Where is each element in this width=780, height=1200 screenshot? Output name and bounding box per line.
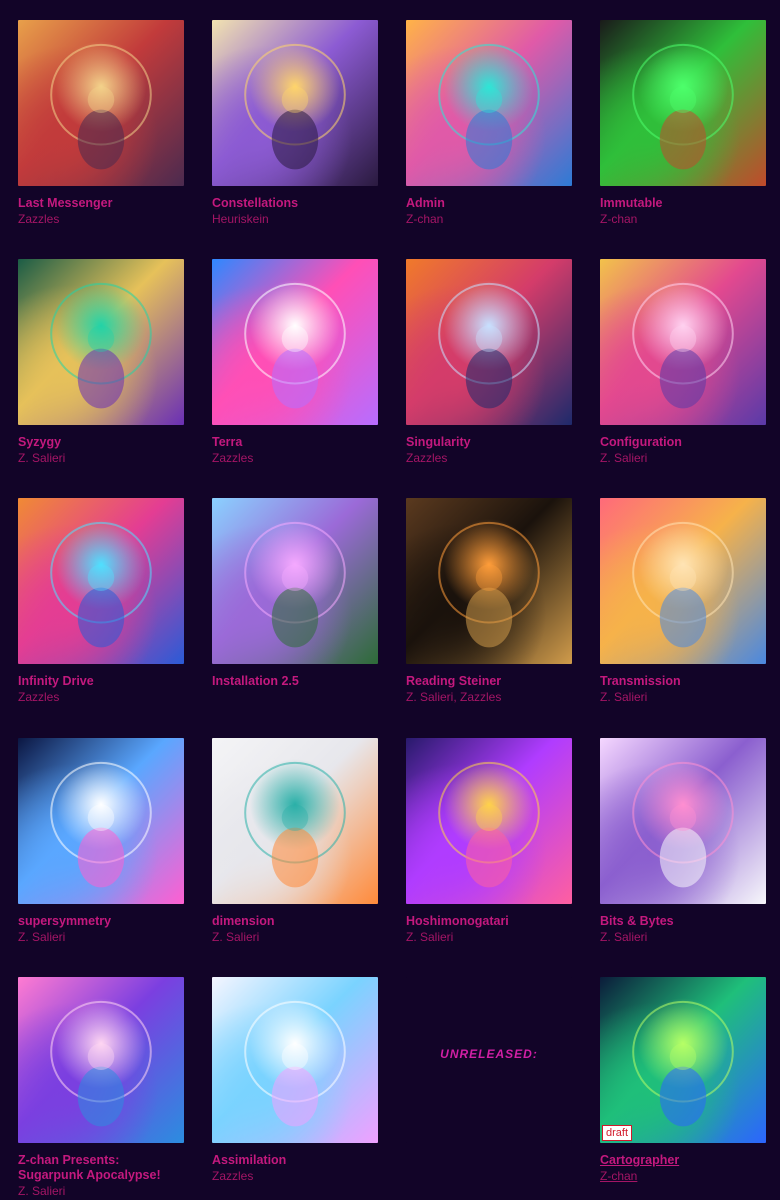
album-art[interactable]: draft — [600, 977, 766, 1143]
unreleased-card: UNRELEASED: — [406, 977, 572, 1143]
album-title[interactable]: Cartographer — [600, 1153, 766, 1168]
album-art[interactable] — [18, 498, 184, 664]
album-artist[interactable]: Z. Salieri — [18, 450, 184, 466]
art-overlay — [50, 1000, 152, 1127]
album-card[interactable]: Immutable Z-chan — [600, 20, 766, 227]
album-artist[interactable]: Z-chan — [600, 211, 766, 227]
album-card[interactable]: Hoshimonogatari Z. Salieri — [406, 738, 572, 945]
album-artist[interactable]: Z. Salieri, Zazzles — [406, 689, 572, 705]
album-art[interactable] — [212, 977, 378, 1143]
album-title[interactable]: Hoshimonogatari — [406, 914, 572, 929]
art-overlay — [244, 521, 346, 648]
art-overlay — [50, 43, 152, 170]
album-card[interactable]: supersymmetry Z. Salieri — [18, 738, 184, 945]
album-card[interactable]: Installation 2.5 — [212, 498, 378, 689]
album-artist[interactable]: Zazzles — [406, 450, 572, 466]
album-artist[interactable]: Zazzles — [212, 1168, 378, 1184]
album-card[interactable]: draft Cartographer Z-chan — [600, 977, 766, 1184]
album-artist[interactable]: Z. Salieri — [600, 450, 766, 466]
album-art[interactable] — [406, 738, 572, 904]
unreleased-placeholder: UNRELEASED: — [406, 977, 572, 1143]
album-card[interactable]: Configuration Z. Salieri — [600, 259, 766, 466]
album-art[interactable] — [406, 20, 572, 186]
album-art[interactable] — [212, 259, 378, 425]
album-artist[interactable]: Heuriskein — [212, 211, 378, 227]
album-card[interactable]: Admin Z-chan — [406, 20, 572, 227]
album-title[interactable]: Bits & Bytes — [600, 914, 766, 929]
art-overlay — [50, 282, 152, 409]
art-overlay — [632, 282, 734, 409]
album-title[interactable]: Assimilation — [212, 1153, 378, 1168]
album-title[interactable]: Z-chan Presents: Sugarpunk Apocalypse! — [18, 1153, 184, 1183]
art-overlay — [632, 521, 734, 648]
album-title[interactable]: Reading Steiner — [406, 674, 572, 689]
album-title[interactable]: Immutable — [600, 196, 766, 211]
album-artist[interactable]: Z-chan — [600, 1168, 766, 1184]
album-title[interactable]: Singularity — [406, 435, 572, 450]
album-title[interactable]: Admin — [406, 196, 572, 211]
album-art[interactable] — [406, 498, 572, 664]
album-card[interactable]: Last Messenger Zazzles — [18, 20, 184, 227]
album-artist[interactable]: Zazzles — [18, 211, 184, 227]
album-card[interactable]: Constellations Heuriskein — [212, 20, 378, 227]
album-artist[interactable]: Z. Salieri — [406, 929, 572, 945]
album-card[interactable]: Transmission Z. Salieri — [600, 498, 766, 705]
album-art[interactable] — [600, 738, 766, 904]
album-artist[interactable]: Z. Salieri — [600, 929, 766, 945]
album-card[interactable]: dimension Z. Salieri — [212, 738, 378, 945]
album-art[interactable] — [600, 259, 766, 425]
album-title[interactable]: supersymmetry — [18, 914, 184, 929]
album-art[interactable] — [18, 20, 184, 186]
album-card[interactable]: Z-chan Presents: Sugarpunk Apocalypse! Z.… — [18, 977, 184, 1199]
album-card[interactable]: Infinity Drive Zazzles — [18, 498, 184, 705]
album-artist[interactable]: Z. Salieri — [600, 689, 766, 705]
album-card[interactable]: Singularity Zazzles — [406, 259, 572, 466]
album-title[interactable]: Installation 2.5 — [212, 674, 378, 689]
album-title[interactable]: Last Messenger — [18, 196, 184, 211]
art-overlay — [438, 521, 540, 648]
album-title[interactable]: dimension — [212, 914, 378, 929]
album-title[interactable]: Configuration — [600, 435, 766, 450]
album-title[interactable]: Transmission — [600, 674, 766, 689]
art-overlay — [438, 282, 540, 409]
album-card[interactable]: Terra Zazzles — [212, 259, 378, 466]
album-card[interactable]: Assimilation Zazzles — [212, 977, 378, 1184]
album-art[interactable] — [18, 738, 184, 904]
art-overlay — [438, 761, 540, 888]
album-art[interactable] — [406, 259, 572, 425]
art-overlay — [632, 761, 734, 888]
art-overlay — [244, 43, 346, 170]
album-title[interactable]: Terra — [212, 435, 378, 450]
unreleased-label: UNRELEASED: — [440, 1047, 538, 1061]
album-art[interactable] — [212, 738, 378, 904]
draft-badge: draft — [602, 1125, 633, 1141]
art-overlay — [50, 761, 152, 888]
album-grid: Last Messenger Zazzles Constellations Heuri… — [0, 0, 780, 1200]
art-overlay — [438, 43, 540, 170]
album-art[interactable] — [212, 20, 378, 186]
art-overlay — [632, 1000, 734, 1127]
album-artist[interactable]: Z. Salieri — [18, 1183, 184, 1199]
album-card[interactable]: Reading Steiner Z. Salieri, Zazzles — [406, 498, 572, 705]
album-title[interactable]: Infinity Drive — [18, 674, 184, 689]
art-overlay — [632, 43, 734, 170]
art-overlay — [50, 521, 152, 648]
album-title[interactable]: Constellations — [212, 196, 378, 211]
album-artist[interactable]: Z. Salieri — [212, 929, 378, 945]
art-overlay — [244, 1000, 346, 1127]
album-art[interactable] — [212, 498, 378, 664]
album-card[interactable]: Syzygy Z. Salieri — [18, 259, 184, 466]
album-artist[interactable]: Zazzles — [212, 450, 378, 466]
album-artist[interactable]: Z. Salieri — [18, 929, 184, 945]
album-card[interactable]: Bits & Bytes Z. Salieri — [600, 738, 766, 945]
album-art[interactable] — [18, 259, 184, 425]
album-art[interactable] — [600, 498, 766, 664]
album-title[interactable]: Syzygy — [18, 435, 184, 450]
album-art[interactable] — [18, 977, 184, 1143]
art-overlay — [244, 282, 346, 409]
art-overlay — [244, 761, 346, 888]
album-artist[interactable]: Z-chan — [406, 211, 572, 227]
album-artist[interactable]: Zazzles — [18, 689, 184, 705]
album-art[interactable] — [600, 20, 766, 186]
